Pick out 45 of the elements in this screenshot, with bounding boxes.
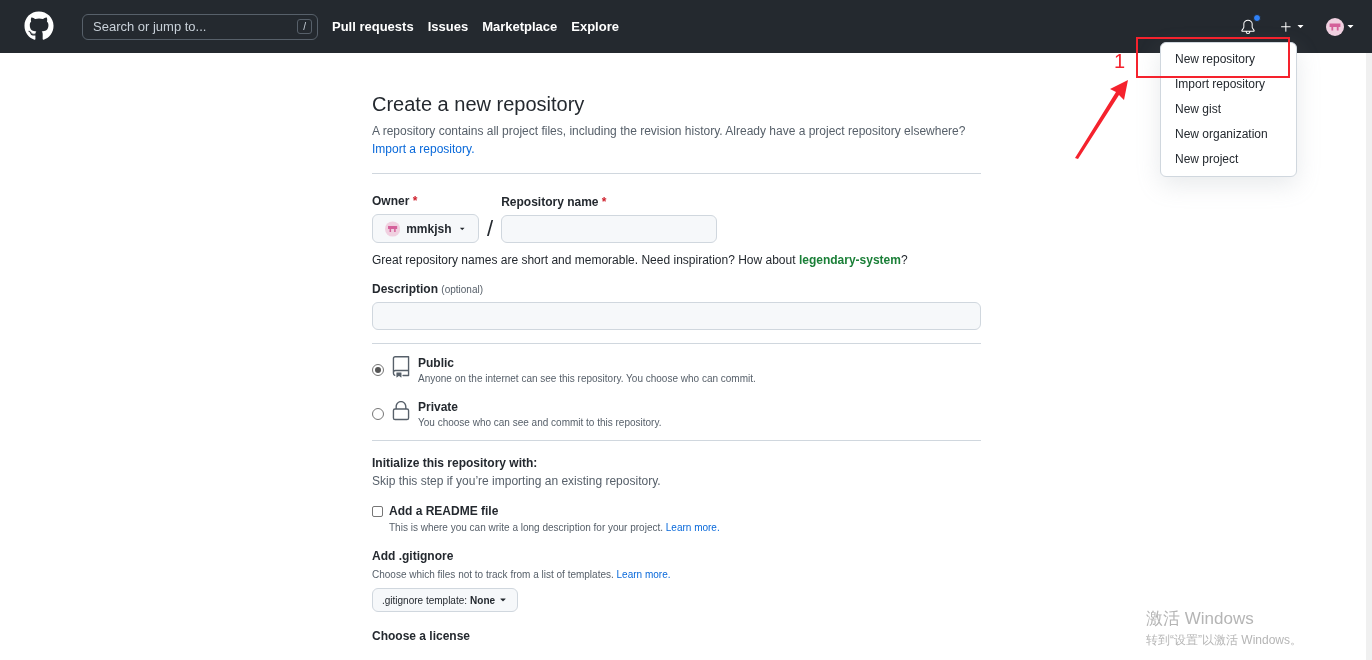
- gitignore-description: Choose which files not to track from a list of templates. Learn more.: [372, 569, 672, 580]
- import-link[interactable]: Import a repository.: [372, 142, 475, 156]
- menu-item[interactable]: Import repository: [1161, 72, 1296, 97]
- section-heading: Initialize this repository with:: [372, 456, 539, 470]
- section-heading: Add .gitignore: [372, 549, 455, 563]
- section-description: Skip this step if you’re importing an existing repository.: [372, 473, 662, 490]
- nav-link[interactable]: Issues: [427, 19, 469, 34]
- checkbox[interactable]: [372, 505, 383, 517]
- visibility-label: Public: [418, 356, 455, 370]
- activation-title: 激活 Windows: [1146, 608, 1255, 630]
- readme-description: This is where you can write a long description for your project. Learn more.: [389, 522, 721, 533]
- repo-name-field[interactable]: [501, 215, 718, 243]
- lock-icon: [390, 400, 412, 422]
- checkbox-label: Add a README file: [389, 504, 499, 518]
- menu-item[interactable]: New organization: [1161, 122, 1296, 147]
- bell-icon[interactable]: [1240, 18, 1256, 35]
- name-hint-text: Great repository names are short and memorable. Need inspiration? How about legendary-system?: [372, 253, 909, 267]
- repo-name-label: Repository name *: [501, 195, 608, 209]
- menu-item[interactable]: New repository: [1161, 47, 1296, 72]
- owner-label: Owner *: [372, 194, 419, 208]
- step-number: 1: [1114, 50, 1126, 73]
- intro-text: A repository contains all project files, including the revision history. Already have a project repository elsewhere? Import a repository.: [372, 123, 967, 158]
- description-field[interactable]: [372, 302, 981, 330]
- menu-item[interactable]: New gist: [1161, 97, 1296, 122]
- book-icon: [390, 356, 412, 378]
- page-title: Create a new repository: [372, 93, 586, 116]
- shortcut-key: /: [297, 18, 312, 34]
- learn-more-link[interactable]: Learn more.: [665, 522, 720, 533]
- avatar-icon: [1326, 17, 1344, 36]
- nav-link[interactable]: Pull requests: [332, 19, 414, 34]
- owner-avatar-icon: [385, 219, 401, 238]
- owner-select[interactable]: mmkjsh: [372, 214, 479, 243]
- github-logo-icon[interactable]: [24, 10, 56, 43]
- visibility-description: You choose who can see and commit to this repository.: [418, 417, 662, 428]
- nav-link[interactable]: Explore: [571, 19, 619, 34]
- visibility-label: Private: [418, 400, 460, 414]
- section-heading: Choose a license: [372, 629, 472, 643]
- learn-more-link[interactable]: Learn more.: [616, 569, 671, 580]
- description-label: Description (optional): [372, 282, 485, 296]
- nav-link[interactable]: Marketplace: [482, 19, 558, 34]
- path-separator: /: [487, 215, 494, 243]
- visibility-description: Anyone on the internet can see this repository. You choose who can commit.: [418, 373, 756, 384]
- gitignore-select[interactable]: .gitignore template: None: [372, 588, 519, 612]
- menu-item[interactable]: New project: [1161, 147, 1296, 172]
- activation-text: 转到“设置”以激活 Windows。: [1146, 632, 1302, 649]
